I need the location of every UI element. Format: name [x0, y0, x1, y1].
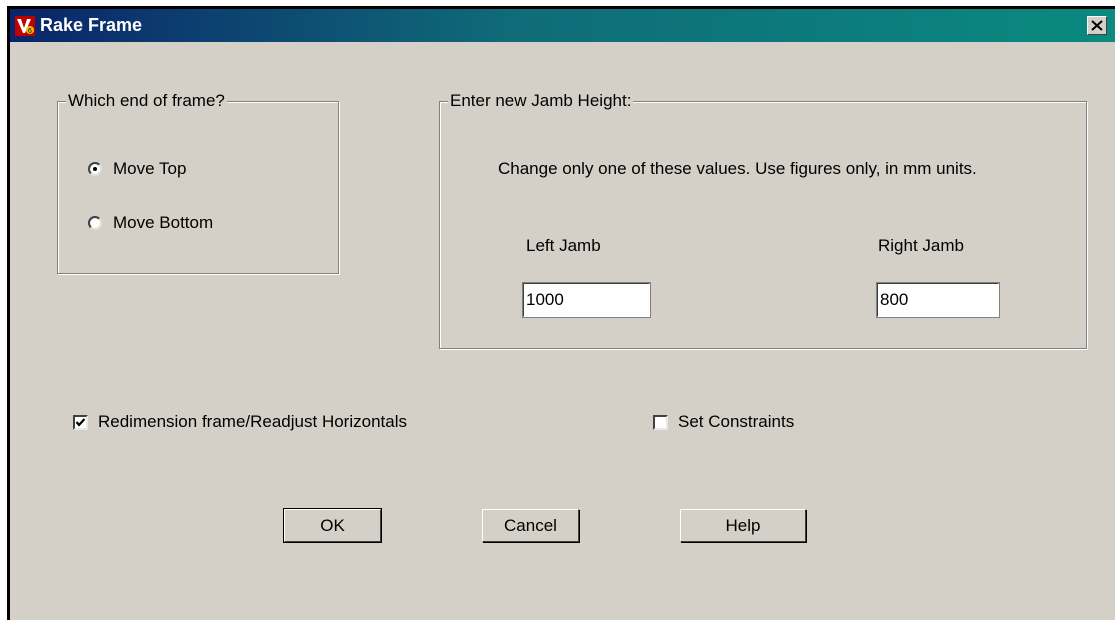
- right-jamb-label: Right Jamb: [878, 236, 964, 255]
- set-constraints-checkbox[interactable]: [653, 414, 668, 430]
- move-top-radio-button[interactable]: [88, 162, 102, 176]
- redimension-checkbox[interactable]: [73, 414, 88, 430]
- right-jamb-input[interactable]: [876, 282, 1000, 318]
- close-button[interactable]: [1087, 16, 1107, 35]
- rake-frame-dialog: 6 Rake Frame Which end of frame? Move To…: [7, 6, 1115, 620]
- help-button[interactable]: Help: [680, 509, 806, 542]
- close-icon: [1091, 20, 1103, 31]
- move-top-label: Move Top: [113, 159, 187, 178]
- radio-move-bottom[interactable]: Move Bottom: [88, 213, 213, 233]
- v6-app-icon: 6: [15, 16, 35, 36]
- ok-button[interactable]: OK: [283, 508, 382, 543]
- left-jamb-label: Left Jamb: [526, 236, 601, 255]
- move-bottom-radio-button[interactable]: [88, 216, 102, 230]
- move-bottom-label: Move Bottom: [113, 213, 214, 232]
- set-constraints-checkbox-row[interactable]: Set Constraints: [653, 412, 794, 432]
- title-bar[interactable]: 6 Rake Frame: [10, 9, 1115, 42]
- redimension-checkbox-row[interactable]: Redimension frame/Readjust Horizontals: [73, 412, 407, 432]
- left-jamb-input[interactable]: [522, 282, 651, 318]
- cancel-button[interactable]: Cancel: [482, 509, 579, 542]
- svg-text:6: 6: [28, 28, 32, 35]
- jamb-height-group: Enter new Jamb Height: Change only one o…: [439, 91, 1087, 349]
- radio-move-top[interactable]: Move Top: [88, 159, 186, 179]
- jamb-height-legend: Enter new Jamb Height:: [448, 91, 634, 111]
- window-title: Rake Frame: [40, 15, 143, 35]
- checkmark-icon: [75, 417, 86, 427]
- frame-end-group: Which end of frame? Move Top Move Bottom: [57, 91, 339, 274]
- redimension-label: Redimension frame/Readjust Horizontals: [98, 412, 407, 431]
- jamb-instruction: Change only one of these values. Use fig…: [498, 159, 977, 178]
- set-constraints-label: Set Constraints: [678, 412, 795, 431]
- frame-end-legend: Which end of frame?: [66, 91, 227, 111]
